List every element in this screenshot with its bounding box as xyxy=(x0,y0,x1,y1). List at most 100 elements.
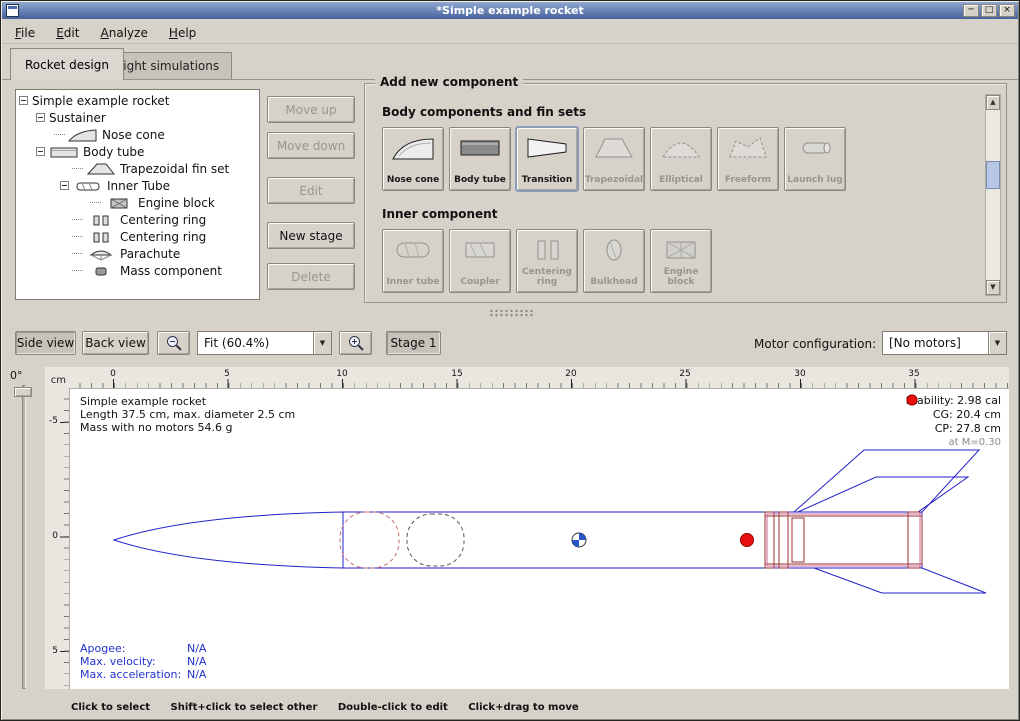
zoom-in-button[interactable] xyxy=(339,331,372,355)
centering-ring-outline[interactable] xyxy=(908,512,920,568)
add-trapezoidal-button[interactable]: Trapezoidal xyxy=(583,127,645,191)
component-button-label: Centering ring xyxy=(517,267,577,292)
minimize-icon[interactable]: ─ xyxy=(963,4,979,17)
mass-component-outline[interactable] xyxy=(407,514,464,566)
delete-button[interactable]: Delete xyxy=(267,263,355,290)
app-window: *Simple example rocket ─ □ × File Edit A… xyxy=(0,0,1020,721)
menu-file[interactable]: File xyxy=(7,23,43,43)
group-title: Add new component xyxy=(375,75,523,89)
body-tube-outline[interactable] xyxy=(343,512,922,568)
menu-analyze[interactable]: Analyze xyxy=(93,23,156,43)
scrollbar-thumb[interactable] xyxy=(986,161,1000,189)
body-section-label: Body components and fin sets xyxy=(382,105,586,119)
tree-connector xyxy=(72,236,83,237)
add-nose-cone-button[interactable]: Nose cone xyxy=(382,127,444,191)
tree-item-rocket[interactable]: Simple example rocket xyxy=(16,92,259,109)
ruler-tick-label: 0 xyxy=(110,369,116,379)
zoom-out-button[interactable] xyxy=(157,331,190,355)
menu-edit[interactable]: Edit xyxy=(48,23,87,43)
engine-block-icon xyxy=(659,237,703,263)
tree-item-label: Mass component xyxy=(120,264,222,278)
centering-ring-outline[interactable] xyxy=(765,512,774,568)
add-transition-button[interactable]: Transition xyxy=(516,127,578,191)
move-down-button[interactable]: Move down xyxy=(267,132,355,159)
nose-cone-outline[interactable] xyxy=(114,512,343,568)
component-button-label: Engine block xyxy=(651,267,711,292)
component-scrollbar[interactable]: ▲ ▼ xyxy=(985,94,1001,296)
close-icon[interactable]: × xyxy=(999,4,1015,17)
zoom-combo[interactable]: Fit (60.4%) ▼ xyxy=(197,331,332,355)
maximize-icon[interactable]: □ xyxy=(981,4,997,17)
engine-block-outline[interactable] xyxy=(792,518,804,562)
tree-item-engine-block[interactable]: Engine block xyxy=(16,194,259,211)
tree-item-inner-tube[interactable]: Inner Tube xyxy=(16,177,259,194)
motor-config-combo[interactable]: [No motors] ▼ xyxy=(882,331,1007,355)
tree-item-nose-cone[interactable]: Nose cone xyxy=(16,126,259,143)
parachute-icon xyxy=(86,247,116,261)
parachute-outline[interactable] xyxy=(340,512,399,568)
tree-item-mass-component[interactable]: Mass component xyxy=(16,262,259,279)
ruler-tick-label: 25 xyxy=(679,369,690,379)
add-freeform-button[interactable]: Freeform xyxy=(717,127,779,191)
rotation-slider-track[interactable] xyxy=(22,385,26,689)
tree-item-centering-ring-1[interactable]: Centering ring xyxy=(16,211,259,228)
back-view-button[interactable]: Back view xyxy=(82,331,149,355)
scroll-down-icon[interactable]: ▼ xyxy=(986,280,1000,295)
inner-section-label: Inner component xyxy=(382,207,497,221)
cg-value: CG: 20.4 cm xyxy=(933,408,1001,422)
tree-item-parachute[interactable]: Parachute xyxy=(16,245,259,262)
fin-outline[interactable] xyxy=(798,477,968,512)
rocket-canvas[interactable]: Simple example rocket Length 37.5 cm, ma… xyxy=(69,388,1009,689)
menu-help[interactable]: Help xyxy=(161,23,204,43)
tree-item-centering-ring-2[interactable]: Centering ring xyxy=(16,228,259,245)
scroll-up-icon[interactable]: ▲ xyxy=(986,95,1000,110)
fin-outline[interactable] xyxy=(794,450,979,512)
rotation-slider-handle[interactable] xyxy=(14,387,32,397)
side-view-button[interactable]: Side view xyxy=(15,331,76,355)
tree-connector xyxy=(72,270,83,271)
add-centering-ring-button[interactable]: Centering ring xyxy=(516,229,578,293)
flight-data-value: N/A xyxy=(187,655,206,668)
add-elliptical-button[interactable]: Elliptical xyxy=(650,127,712,191)
component-button-label: Launch lug xyxy=(787,175,842,190)
title-bar[interactable]: *Simple example rocket ─ □ × xyxy=(2,2,1018,19)
tree-item-sustainer[interactable]: Sustainer xyxy=(16,109,259,126)
add-coupler-button[interactable]: Coupler xyxy=(449,229,511,293)
collapse-icon[interactable] xyxy=(36,147,45,156)
nose-cone-icon xyxy=(391,135,435,161)
add-inner-tube-button[interactable]: Inner tube xyxy=(382,229,444,293)
rotation-label: 0° xyxy=(10,369,23,382)
stage-1-toggle[interactable]: Stage 1 xyxy=(386,331,441,355)
add-body-tube-button[interactable]: Body tube xyxy=(449,127,511,191)
inner-tube-outline[interactable] xyxy=(765,516,922,564)
tree-item-body-tube[interactable]: Body tube xyxy=(16,143,259,160)
splitter-handle[interactable] xyxy=(489,309,535,318)
collapse-icon[interactable] xyxy=(36,113,45,122)
component-button-label: Coupler xyxy=(460,277,499,292)
collapse-icon[interactable] xyxy=(19,96,28,105)
ruler-tick-label: 15 xyxy=(451,369,462,379)
tree-connector xyxy=(54,134,65,135)
fin-outline[interactable] xyxy=(814,568,986,593)
chevron-down-icon[interactable]: ▼ xyxy=(988,332,1006,354)
new-stage-button[interactable]: New stage xyxy=(267,222,355,249)
tab-rocket-design[interactable]: Rocket design xyxy=(10,48,124,80)
engine-block-icon xyxy=(104,196,134,210)
tree-item-label: Engine block xyxy=(138,196,215,210)
add-engine-block-button[interactable]: Engine block xyxy=(650,229,712,293)
chevron-down-icon[interactable]: ▼ xyxy=(313,332,331,354)
mach-value: at M=0.30 xyxy=(906,436,1001,450)
collapse-icon[interactable] xyxy=(60,181,69,190)
move-up-button[interactable]: Move up xyxy=(267,96,355,123)
centering-ring-outline[interactable] xyxy=(779,512,788,568)
app-icon[interactable] xyxy=(6,4,19,17)
cg-marker xyxy=(572,533,586,547)
tree-item-fin-set[interactable]: Trapezoidal fin set xyxy=(16,160,259,177)
add-bulkhead-button[interactable]: Bulkhead xyxy=(583,229,645,293)
ruler-tick-label: 5 xyxy=(52,646,58,656)
edit-button[interactable]: Edit xyxy=(267,177,355,204)
add-launch-lug-button[interactable]: Launch lug xyxy=(784,127,846,191)
cp-icon xyxy=(906,394,918,406)
ruler-unit: cm xyxy=(45,367,69,388)
component-button-label: Bulkhead xyxy=(590,277,637,292)
